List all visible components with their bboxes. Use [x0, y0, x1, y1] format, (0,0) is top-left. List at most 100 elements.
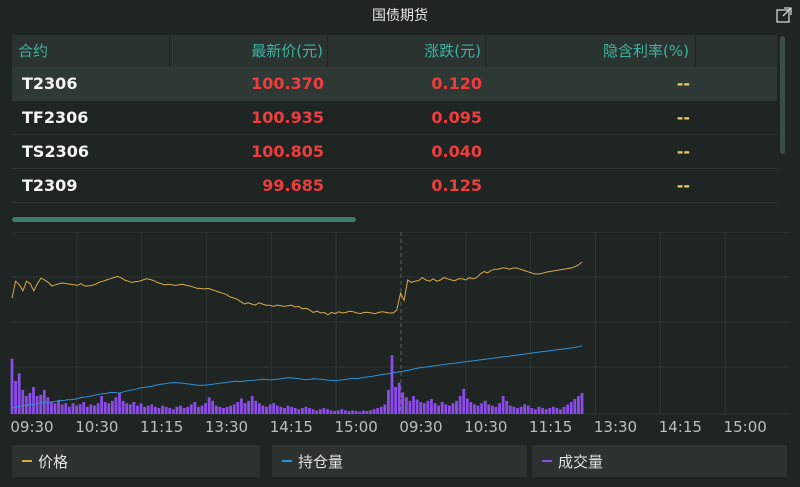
panel-title: 国债期货 — [372, 8, 428, 24]
volume-bar — [35, 396, 39, 414]
volume-bar — [53, 403, 57, 414]
volume-bar — [465, 398, 469, 414]
volume-bar — [229, 405, 233, 414]
volume-bar — [311, 409, 315, 414]
volume-bar — [487, 404, 491, 414]
position-swatch-icon — [282, 460, 292, 462]
volume-bar — [125, 403, 129, 414]
header-rate[interactable]: 隐含利率(%) — [486, 35, 696, 67]
volume-bar — [361, 410, 365, 414]
volume-bar — [32, 387, 35, 414]
volume-bar — [46, 397, 50, 414]
volume-bar — [114, 397, 118, 414]
x-tick-label: 15:00 — [335, 418, 378, 436]
volume-bar — [476, 405, 480, 414]
volume-bar — [275, 405, 279, 414]
table-row[interactable]: T2306 100.370 0.120 -- — [12, 67, 777, 101]
volume-bar — [254, 400, 258, 414]
table-row[interactable]: TF2306 100.935 0.095 -- — [12, 101, 777, 135]
volume-bar — [175, 406, 179, 414]
volume-bar — [200, 405, 204, 414]
x-tick-label: 11:15 — [529, 418, 572, 436]
volume-bar — [293, 408, 297, 414]
volume-bar — [354, 411, 358, 414]
contract-cell: TF2306 — [22, 108, 89, 127]
volume-bar — [297, 409, 301, 414]
legend-position[interactable]: 持仓量 — [272, 445, 527, 477]
volume-bar — [197, 406, 200, 414]
horizontal-scrollbar[interactable] — [12, 217, 356, 222]
legend-price[interactable]: 价格 — [12, 445, 260, 477]
volume-bar — [17, 373, 21, 414]
volume-bar — [182, 408, 186, 414]
legend-label: 成交量 — [558, 452, 604, 471]
volume-bar — [343, 410, 347, 414]
volume-bar — [189, 404, 193, 414]
volume-bar — [548, 408, 552, 414]
volume-bar — [379, 406, 383, 414]
volume-bar — [85, 406, 89, 414]
volume-bar — [207, 397, 211, 414]
volume-bar — [214, 405, 218, 414]
volume-bar — [483, 400, 487, 414]
volume-bar — [318, 409, 322, 414]
volume-bar — [222, 408, 225, 414]
volume-bar — [60, 404, 64, 414]
volume-bar — [286, 405, 290, 414]
volume-bar — [351, 410, 354, 414]
volume-bar — [128, 404, 132, 414]
volume-bar — [107, 403, 111, 414]
volume-bar — [573, 399, 577, 414]
volume-bar — [10, 358, 14, 414]
volume-bar — [526, 405, 530, 414]
volume-bar — [322, 408, 326, 414]
volume-bar — [268, 404, 272, 414]
table-row[interactable]: T2309 99.685 0.125 -- — [12, 169, 777, 203]
x-tick-label: 09:30 — [10, 418, 53, 436]
volume-bar — [261, 405, 265, 414]
volume-bar — [232, 404, 236, 414]
volume-bar — [490, 405, 494, 414]
legend-volume[interactable]: 成交量 — [532, 445, 787, 477]
price-swatch-icon — [22, 460, 32, 462]
volume-bar — [505, 400, 509, 414]
volume-bar — [250, 396, 254, 414]
volume-bar — [186, 406, 190, 414]
volume-bar — [440, 402, 444, 414]
vertical-scrollbar[interactable] — [780, 36, 785, 154]
volume-bar — [118, 393, 121, 414]
expand-icon[interactable] — [776, 7, 792, 23]
volume-bar — [473, 404, 476, 414]
volume-bar — [397, 382, 401, 414]
contract-cell: T2309 — [22, 176, 78, 195]
volume-bar — [415, 399, 419, 414]
volume-bar — [179, 405, 182, 414]
volume-bar — [168, 408, 172, 414]
volume-bar — [240, 398, 243, 414]
volume-bar — [71, 403, 75, 414]
volume-bar — [161, 405, 164, 414]
volume-bar — [89, 404, 93, 414]
volume-bar — [110, 400, 114, 414]
volume-bar — [376, 408, 380, 414]
volume-bar — [64, 403, 68, 414]
x-tick-label: 13:30 — [594, 418, 637, 436]
volume-bar — [57, 400, 61, 414]
header-price[interactable]: 最新价(元) — [170, 35, 328, 67]
header-change[interactable]: 涨跌(元) — [328, 35, 486, 67]
volume-bar — [164, 406, 168, 414]
header-contract[interactable]: 合约 — [12, 35, 170, 67]
volume-bar — [580, 393, 584, 414]
rate-cell: -- — [676, 74, 690, 93]
x-tick-label: 14:15 — [270, 418, 313, 436]
volume-bar — [290, 406, 294, 414]
table-row[interactable]: TS2306 100.805 0.040 -- — [12, 135, 777, 169]
volume-bar — [551, 406, 555, 414]
volume-bar — [146, 405, 150, 414]
volume-bar — [121, 400, 125, 414]
volume-bar — [519, 406, 523, 414]
volume-bar — [326, 409, 329, 414]
volume-bar — [150, 404, 154, 414]
volume-bar — [422, 403, 426, 414]
volume-bar — [171, 409, 175, 414]
